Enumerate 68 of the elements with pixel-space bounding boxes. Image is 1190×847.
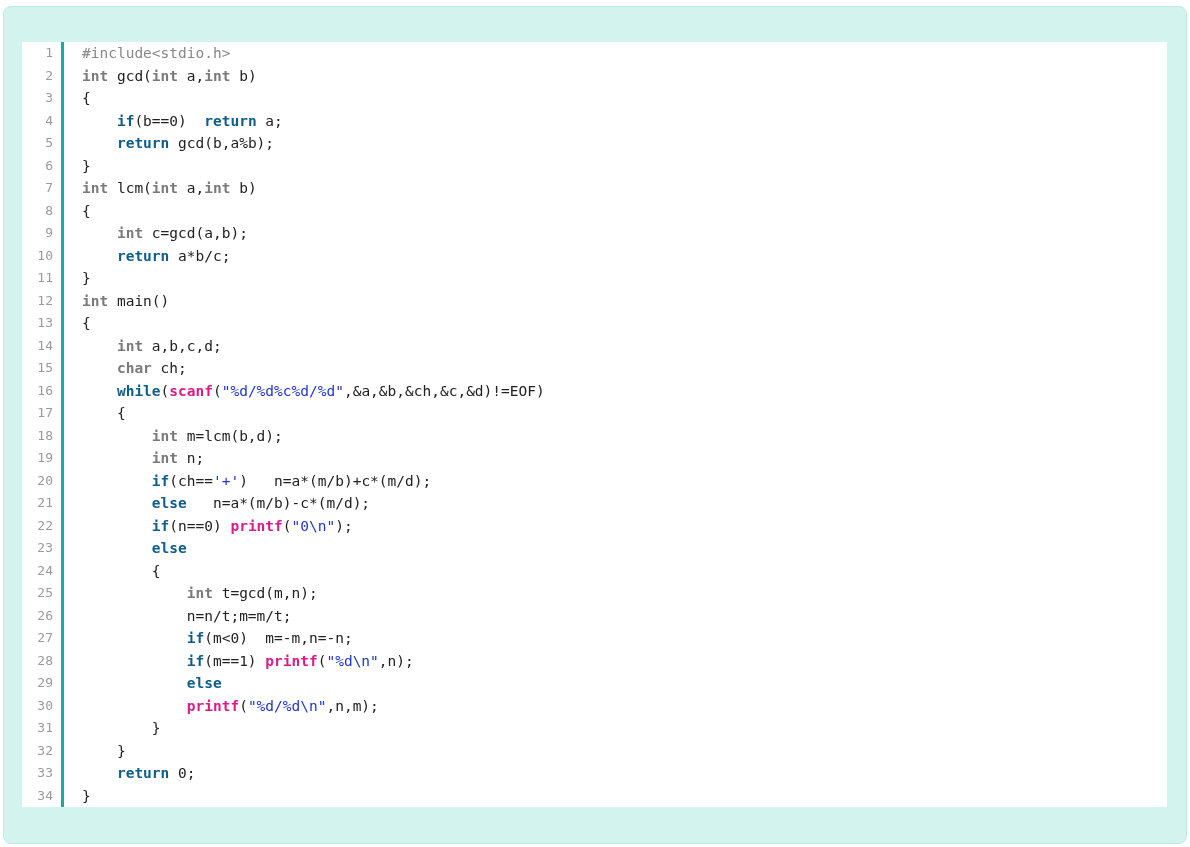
code-line: } <box>82 270 91 286</box>
line-number: 26 <box>36 606 54 625</box>
line-number: 3 <box>44 89 54 107</box>
code-line: return 0; <box>115 765 196 781</box>
line-number: 5 <box>44 134 54 152</box>
code-line: } <box>115 742 126 759</box>
line-number: 17 <box>36 404 54 422</box>
line-number: 8 <box>44 201 54 220</box>
line-number: 6 <box>44 156 54 175</box>
line-number: 1 <box>44 44 54 62</box>
code-line: int a,b,c,d; <box>115 337 222 354</box>
code-line: return a*b/c; <box>115 247 231 264</box>
code-line: return gcd(b,a%b); <box>115 135 275 151</box>
code-line: int n; <box>150 450 205 466</box>
line-number: 14 <box>36 336 54 355</box>
code-line: int gcd(int a,int b) <box>82 67 257 84</box>
line-number: 29 <box>36 674 54 692</box>
code-line: else n=a*(m/b)-c*(m/d); <box>150 495 371 511</box>
line-number: 21 <box>36 494 54 512</box>
code-line: #include<stdio.h> <box>82 45 231 61</box>
code-line: int m=lcm(b,d); <box>150 427 283 444</box>
line-number: 13 <box>36 314 54 332</box>
line-number: 2 <box>44 66 54 85</box>
line-number: 15 <box>36 359 54 377</box>
line-number: 4 <box>44 111 54 130</box>
line-number: 18 <box>36 426 54 445</box>
code-line: else <box>185 675 222 691</box>
code-line: else <box>150 540 187 556</box>
code-line: int t=gcd(m,n); <box>185 585 318 601</box>
code-line: if(b==0) return a; <box>115 112 283 129</box>
code-line: char ch; <box>115 360 187 376</box>
code-line: int c=gcd(a,b); <box>115 225 248 241</box>
line-number: 12 <box>36 291 54 310</box>
line-number: 10 <box>36 246 54 265</box>
code-line: if(ch=='+') n=a*(m/b)+c*(m/d); <box>150 472 432 489</box>
line-number: 31 <box>36 719 54 737</box>
code-line: while(scanf("%d/%d%c%d/%d",&a,&b,&ch,&c,&d)!=EOF) <box>115 382 545 399</box>
line-number: 7 <box>44 179 54 197</box>
code-line: { <box>150 562 161 579</box>
code-line: n=n/t;m=m/t; <box>185 607 292 624</box>
line-number: 9 <box>44 224 54 242</box>
code-line: if(m==1) printf("%d\n",n); <box>185 652 414 669</box>
line-number: 22 <box>36 516 54 535</box>
line-number: 27 <box>36 629 54 647</box>
line-number: 32 <box>36 741 54 760</box>
code-line: { <box>82 202 91 219</box>
code-line: if(m<0) m=-m,n=-n; <box>185 630 353 646</box>
line-number: 28 <box>36 651 54 670</box>
code-line: { <box>115 405 126 421</box>
code-line: { <box>82 90 91 106</box>
code-line: if(n==0) printf("0\n"); <box>150 517 353 534</box>
line-number: 20 <box>36 471 54 490</box>
code-line: } <box>82 787 91 804</box>
code-line: int lcm(int a,int b) <box>82 180 257 196</box>
line-number: 30 <box>36 696 54 715</box>
line-number: 24 <box>36 561 54 580</box>
line-number: 25 <box>36 584 54 602</box>
line-number: 33 <box>36 764 54 782</box>
line-number: 16 <box>36 381 54 400</box>
code-line: int main() <box>82 292 170 309</box>
code-line: } <box>150 720 161 736</box>
line-number: 19 <box>36 449 54 467</box>
code-line: { <box>82 315 91 331</box>
code-line: printf("%d/%d\n",n,m); <box>185 697 379 714</box>
code-line: } <box>82 157 91 174</box>
line-number: 23 <box>36 539 54 557</box>
line-number: 34 <box>36 786 54 805</box>
line-number: 11 <box>36 269 54 287</box>
